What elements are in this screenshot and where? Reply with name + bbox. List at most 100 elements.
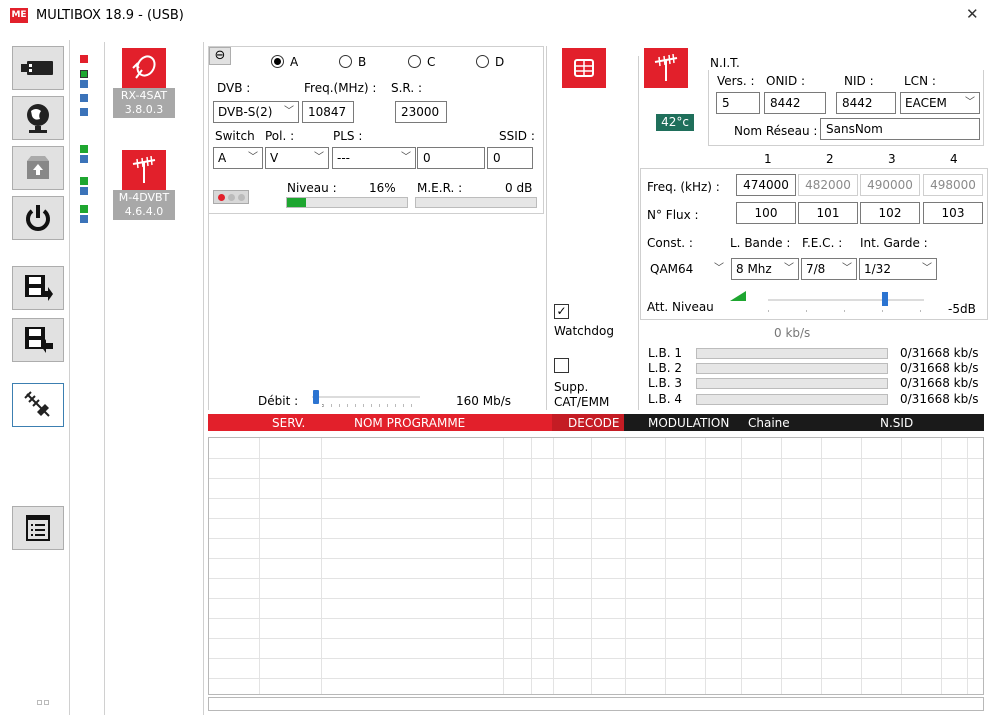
vers-input[interactable]: 5 bbox=[716, 92, 760, 114]
bitrate-value: 0 kb/s bbox=[774, 326, 811, 340]
col-modulation[interactable]: MODULATION bbox=[648, 416, 729, 430]
vers-label: Vers. : bbox=[717, 74, 755, 88]
lcn-select[interactable]: EACEM ﹀ bbox=[900, 92, 980, 114]
niveau-value: 16% bbox=[369, 181, 396, 195]
power-button[interactable] bbox=[12, 196, 64, 240]
lb-4-bar bbox=[696, 394, 888, 405]
status-square bbox=[80, 155, 88, 163]
column-header-4: 4 bbox=[950, 152, 958, 166]
freq-4-input[interactable]: 498000 bbox=[923, 174, 983, 196]
att-niveau-label: Att. Niveau bbox=[647, 300, 714, 314]
left-toolbar bbox=[0, 40, 70, 715]
firmware-button[interactable] bbox=[12, 146, 64, 190]
debit-slider[interactable] bbox=[312, 390, 420, 410]
lb-2-label: L.B. 2 bbox=[648, 361, 682, 375]
garde-select[interactable]: 1/32 ﹀ bbox=[859, 258, 937, 280]
save-import-button[interactable] bbox=[12, 318, 64, 362]
usb-button[interactable] bbox=[12, 46, 64, 90]
chevron-down-icon: ﹀ bbox=[842, 263, 852, 274]
flux-2-input[interactable]: 101 bbox=[798, 202, 858, 224]
nid-input[interactable]: 8442 bbox=[836, 92, 896, 114]
module-m4dvbt[interactable]: M-4DVBT 4.6.4.0 bbox=[113, 150, 175, 230]
lbande-select[interactable]: 8 Mhz ﹀ bbox=[731, 258, 799, 280]
switch-select[interactable]: A ﹀ bbox=[213, 147, 263, 169]
lb-1-bar bbox=[696, 348, 888, 359]
status-square bbox=[80, 70, 88, 78]
table-footer-scrollbar[interactable] bbox=[208, 697, 984, 711]
table-header: SERV. NOM PROGRAMME DECODE MODULATION Ch… bbox=[208, 414, 984, 431]
antenna-icon bbox=[644, 48, 688, 88]
module-rx4sat[interactable]: RX-4SAT 3.8.0.3 bbox=[113, 48, 175, 128]
lb-1-label: L.B. 1 bbox=[648, 346, 682, 360]
mer-bar bbox=[415, 197, 537, 208]
chevron-down-icon: ﹀ bbox=[965, 97, 975, 108]
status-square bbox=[80, 187, 88, 195]
globe-network-icon bbox=[27, 104, 49, 133]
lb-3-value: 0/31668 kb/s bbox=[900, 376, 979, 390]
flux-3-input[interactable]: 102 bbox=[860, 202, 920, 224]
col-nom-programme[interactable]: NOM PROGRAMME bbox=[354, 416, 465, 430]
sr-input[interactable]: 23000 bbox=[395, 101, 447, 123]
radio-c-label: C bbox=[427, 55, 436, 69]
switch-label: Switch bbox=[215, 129, 255, 143]
freq-2-input[interactable]: 482000 bbox=[798, 174, 858, 196]
pls-select[interactable]: --- ﹀ bbox=[332, 147, 416, 169]
mer-value: 0 dB bbox=[505, 181, 533, 195]
ssid-label: SSID : bbox=[499, 129, 535, 143]
freq-3-input[interactable]: 490000 bbox=[860, 174, 920, 196]
col-nsid[interactable]: N.SID bbox=[880, 416, 913, 430]
smartcard-icon bbox=[562, 48, 606, 88]
status-square bbox=[80, 94, 88, 102]
att-slider-thumb[interactable] bbox=[882, 292, 888, 306]
debit-slider-thumb[interactable] bbox=[313, 390, 319, 404]
antenna-icon bbox=[122, 150, 166, 190]
freq-khz-label: Freq. (kHz) : bbox=[647, 180, 720, 194]
pls-number-input[interactable]: 0 bbox=[417, 147, 485, 169]
lb-3-label: L.B. 3 bbox=[648, 376, 682, 390]
list-button[interactable] bbox=[12, 506, 64, 550]
col-serv[interactable]: SERV. bbox=[272, 416, 305, 430]
chevron-down-icon: ﹀ bbox=[284, 106, 294, 117]
flux-4-input[interactable]: 103 bbox=[923, 202, 983, 224]
sat-panel: ⊖ A B C D DVB : Freq.(MHz) : S.R. : DVB-… bbox=[208, 46, 544, 214]
dvb-select[interactable]: DVB-S(2) ﹀ bbox=[213, 101, 299, 123]
pol-label: Pol. : bbox=[265, 129, 295, 143]
freq-1-input[interactable]: 474000 bbox=[736, 174, 796, 196]
garde-label: Int. Garde : bbox=[860, 236, 928, 250]
supp-label-2: CAT/EMM bbox=[554, 395, 610, 409]
const-label: Const. : bbox=[647, 236, 693, 250]
const-select[interactable]: QAM64 ﹀ bbox=[645, 258, 729, 280]
onid-input[interactable]: 8442 bbox=[764, 92, 826, 114]
att-value: -5dB bbox=[948, 302, 976, 316]
supp-cat-emm-checkbox[interactable] bbox=[554, 358, 569, 373]
app-logo-icon: ME bbox=[10, 8, 28, 23]
fec-select[interactable]: 7/8 ﹀ bbox=[801, 258, 857, 280]
watchdog-checkbox[interactable]: ✓ bbox=[554, 304, 569, 319]
radio-input-c[interactable] bbox=[408, 55, 421, 68]
ssid-input[interactable]: 0 bbox=[487, 147, 533, 169]
save-export-button[interactable] bbox=[12, 266, 64, 310]
programme-table[interactable] bbox=[208, 437, 984, 695]
att-slider[interactable] bbox=[768, 292, 924, 316]
pol-select[interactable]: V ﹀ bbox=[265, 147, 329, 169]
chevron-down-icon: ﹀ bbox=[714, 263, 724, 274]
chevron-down-icon: ﹀ bbox=[401, 152, 411, 163]
nom-reseau-input[interactable]: SansNom bbox=[820, 118, 980, 140]
radio-input-a[interactable] bbox=[271, 55, 284, 68]
col-decode[interactable]: DECODE bbox=[568, 416, 619, 430]
close-window-button[interactable]: ✕ bbox=[966, 7, 979, 22]
signal-indicator bbox=[213, 190, 249, 204]
network-button[interactable] bbox=[12, 96, 64, 140]
antenna-tool-icon bbox=[24, 391, 50, 417]
freq-input[interactable]: 10847 bbox=[302, 101, 354, 123]
antenna-tool-button[interactable] bbox=[12, 383, 64, 427]
col-chaine[interactable]: Chaine bbox=[748, 416, 790, 430]
lb-3-bar bbox=[696, 378, 888, 389]
flux-1-input[interactable]: 100 bbox=[736, 202, 796, 224]
mer-label: M.E.R. : bbox=[417, 181, 463, 195]
supp-label-1: Supp. bbox=[554, 380, 589, 394]
radio-input-b[interactable] bbox=[339, 55, 352, 68]
radio-input-d[interactable] bbox=[476, 55, 489, 68]
status-square bbox=[80, 215, 88, 223]
debit-value: 160 Mb/s bbox=[456, 394, 511, 408]
